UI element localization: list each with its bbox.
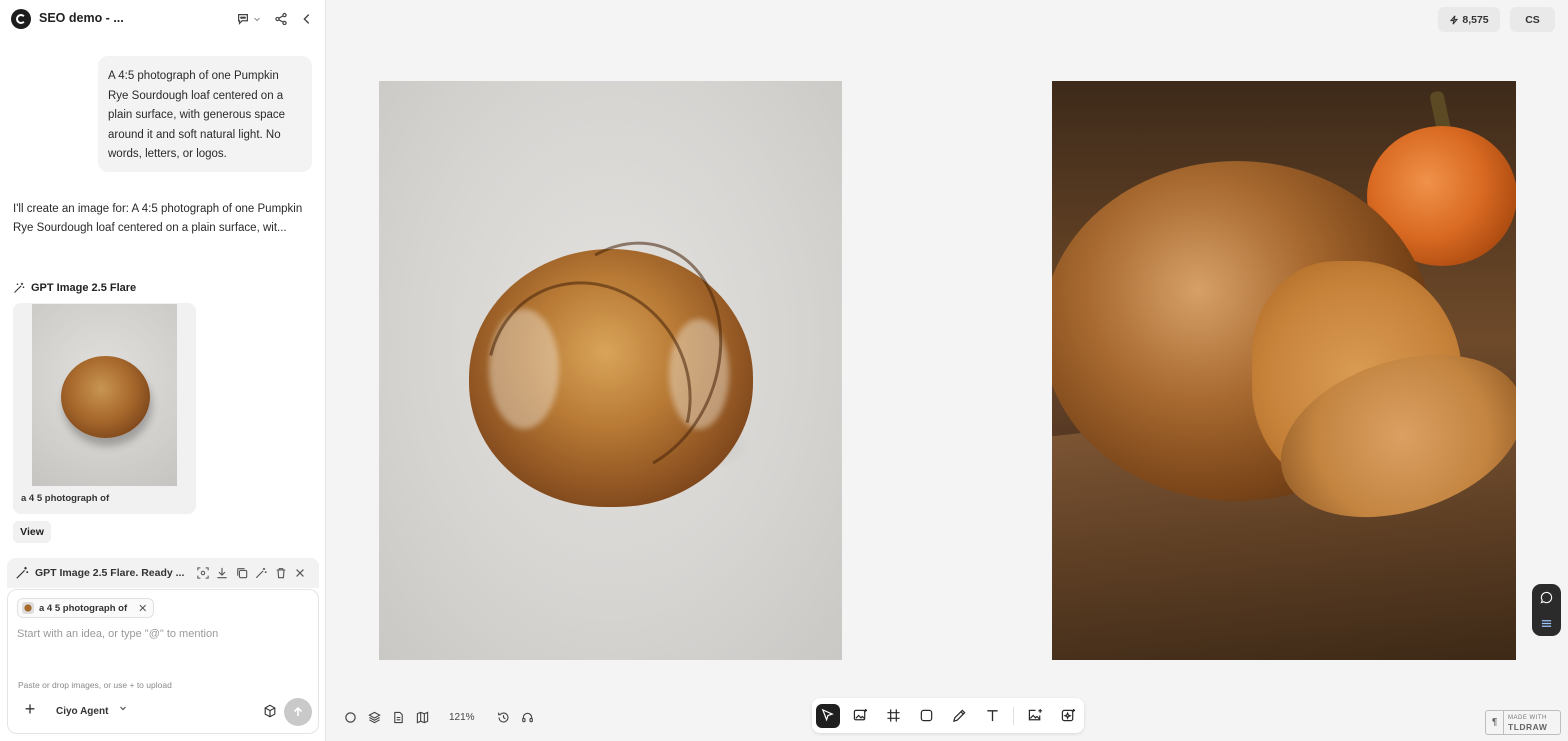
generated-image-thumbnail[interactable]: [32, 304, 177, 486]
upload-hint: Paste or drop images, or use + to upload: [18, 680, 172, 690]
image-gen-tool[interactable]: [849, 704, 873, 728]
tldraw-text: MADE WITH TLDRAW: [1504, 714, 1560, 732]
rectangle-tool[interactable]: [915, 704, 939, 728]
canvas-image-plain-loaf[interactable]: [379, 81, 842, 660]
magic-edit-icon[interactable]: [254, 566, 268, 580]
chevron-down-icon[interactable]: [118, 703, 128, 713]
circle-icon[interactable]: [341, 708, 359, 726]
tldraw-badge[interactable]: ¶ MADE WITH TLDRAW: [1485, 710, 1561, 735]
assistant-message: I'll create an image for: A 4:5 photogra…: [13, 203, 303, 234]
model-name: GPT Image 2.5 Flare: [31, 282, 137, 294]
image-upload-icon: [1028, 708, 1042, 721]
copy-icon[interactable]: [235, 566, 249, 580]
comment-icon[interactable]: [234, 10, 252, 28]
pencil-tool[interactable]: [948, 704, 972, 728]
trash-icon[interactable]: [274, 566, 288, 580]
text-tool[interactable]: [980, 704, 1004, 728]
sidebar-header: SEO demo - ...: [0, 0, 326, 38]
floating-chat-buttons: [1532, 584, 1561, 636]
remove-attachment-icon[interactable]: ✕: [138, 602, 147, 615]
sourdough-loaf: [447, 213, 755, 535]
page-icon[interactable]: [389, 708, 407, 726]
send-button[interactable]: [284, 698, 312, 726]
list-icon[interactable]: [1540, 617, 1553, 630]
pencil-icon: [952, 709, 966, 723]
chat-bubble-icon[interactable]: [1540, 591, 1553, 604]
zoom-controls: 121%: [341, 706, 537, 728]
history-icon[interactable]: [495, 708, 513, 726]
close-icon[interactable]: [293, 566, 307, 580]
thumbnail-loaf: [61, 356, 150, 438]
tldraw-logo: ¶: [1486, 711, 1504, 734]
canvas-area[interactable]: 8,575 CS 121% ¶ MADE WITH TLDRAW: [327, 0, 1568, 741]
model-row: GPT Image 2.5 Flare: [13, 281, 136, 295]
cube-icon[interactable]: [263, 704, 277, 718]
app-logo[interactable]: [11, 9, 31, 29]
attachment-thumbnail: [22, 602, 34, 614]
share-icon[interactable]: [272, 10, 290, 28]
layers-icon[interactable]: [365, 708, 383, 726]
rectangle-icon: [920, 709, 933, 722]
sparkle-icon: [16, 566, 29, 579]
prompt-input[interactable]: [17, 628, 307, 640]
select-tool[interactable]: [816, 703, 840, 728]
map-icon[interactable]: [413, 708, 431, 726]
lightning-icon: [1450, 14, 1459, 25]
agent-selector[interactable]: Ciyo Agent: [56, 706, 108, 717]
generated-image-card[interactable]: a 4 5 photograph of: [13, 303, 196, 514]
ai-image-icon: [1061, 708, 1075, 722]
status-text: GPT Image 2.5 Flare. Ready ...: [35, 567, 185, 579]
generation-status-bar: GPT Image 2.5 Flare. Ready ...: [7, 558, 319, 588]
frame-tool[interactable]: [882, 704, 906, 728]
toolbar-divider: [1013, 706, 1015, 725]
chevron-down-icon[interactable]: [252, 10, 262, 28]
user-avatar[interactable]: CS: [1510, 7, 1555, 32]
cursor-icon: [822, 708, 835, 722]
image-upload-tool[interactable]: [1023, 704, 1047, 728]
thumbnail-caption: a 4 5 photograph of: [21, 493, 110, 504]
download-icon[interactable]: [215, 566, 229, 580]
zoom-level[interactable]: 121%: [449, 712, 475, 723]
magic-wand-icon: [14, 282, 25, 293]
frame-icon: [887, 709, 900, 722]
attachment-chip[interactable]: a 4 5 photograph of ✕: [17, 598, 155, 618]
badge-tldraw: TLDRAW: [1508, 721, 1548, 732]
chat-sidebar: SEO demo - ... A 4:5 photograph of one P…: [0, 0, 326, 741]
ai-image-tool[interactable]: [1056, 704, 1080, 728]
collapse-sidebar-icon[interactable]: [298, 10, 316, 28]
arrow-up-icon: [293, 706, 303, 716]
canvas-image-loaf-with-pumpkin[interactable]: [1052, 81, 1516, 660]
credits-value: 8,575: [1462, 13, 1489, 26]
focus-icon[interactable]: [196, 566, 210, 580]
image-gen-icon: [854, 708, 868, 721]
user-message: A 4:5 photograph of one Pumpkin Rye Sour…: [98, 56, 312, 172]
project-title[interactable]: SEO demo - ...: [39, 11, 124, 25]
text-icon: [987, 710, 998, 722]
message-composer: a 4 5 photograph of ✕ Paste or drop imag…: [7, 589, 319, 734]
drawing-toolbar: [812, 698, 1084, 733]
credits-badge[interactable]: 8,575: [1438, 7, 1500, 32]
attachment-label: a 4 5 photograph of: [39, 602, 128, 614]
headset-icon[interactable]: [519, 708, 537, 726]
add-attachment-button[interactable]: +: [22, 700, 38, 718]
view-button[interactable]: View: [13, 521, 51, 543]
